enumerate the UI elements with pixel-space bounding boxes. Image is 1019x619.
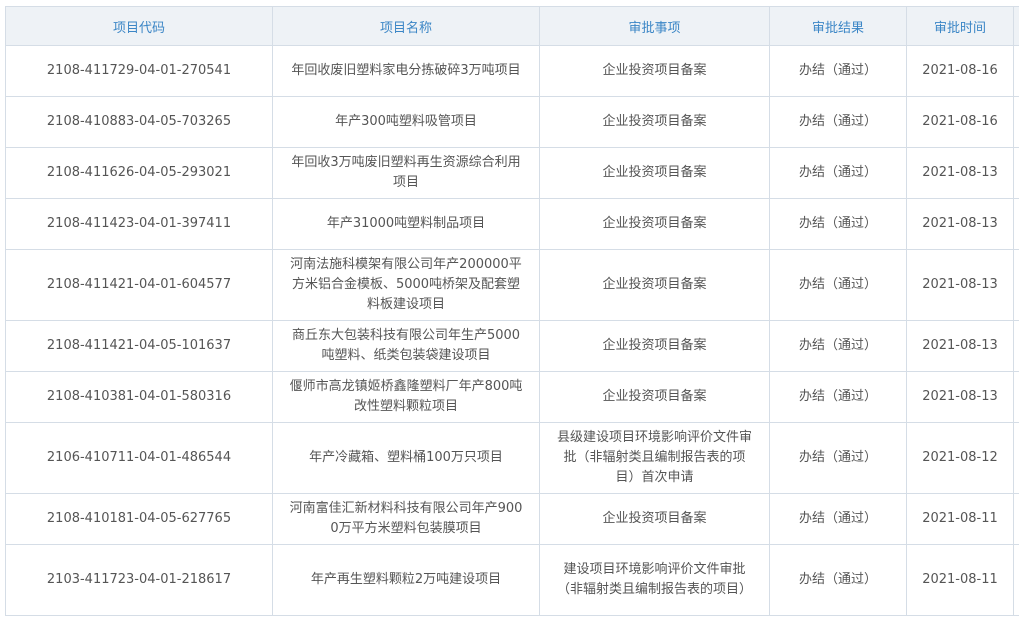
cell-project-code: 2108-410381-04-01-580316 xyxy=(5,371,273,423)
cell-project-name[interactable]: 年产31000吨塑料制品项目 xyxy=(272,198,540,250)
table-row: 2108-411729-04-01-270541 年回收废旧塑料家电分拣破碎3万… xyxy=(5,45,1019,97)
cell-overflow-stub xyxy=(1013,249,1019,321)
cell-project-code: 2108-411729-04-01-270541 xyxy=(5,45,273,97)
cell-project-name[interactable]: 年产冷藏箱、塑料桶100万只项目 xyxy=(272,422,540,494)
cell-approval-item: 企业投资项目备案 xyxy=(539,371,770,423)
cell-approval-result: 办结（通过） xyxy=(769,320,907,372)
header-approval-result: 审批结果 xyxy=(769,6,907,46)
cell-overflow-stub xyxy=(1013,147,1019,199)
header-approval-date: 审批时间 xyxy=(906,6,1014,46)
cell-approval-result: 办结（通过） xyxy=(769,544,907,616)
cell-project-code: 2108-411423-04-01-397411 xyxy=(5,198,273,250)
table-row: 2108-411421-04-05-101637 商丘东大包装科技有限公司年生产… xyxy=(5,320,1019,372)
table-row: 2108-410883-04-05-703265 年产300吨塑料吸管项目 企业… xyxy=(5,96,1019,148)
cell-approval-result: 办结（通过） xyxy=(769,371,907,423)
approval-table-container: 项目代码 项目名称 审批事项 审批结果 审批时间 2108-411729-04-… xyxy=(0,0,1019,619)
header-project-name: 项目名称 xyxy=(272,6,540,46)
cell-project-name[interactable]: 年产300吨塑料吸管项目 xyxy=(272,96,540,148)
cell-overflow-stub xyxy=(1013,422,1019,494)
cell-approval-date: 2021-08-16 xyxy=(906,45,1014,97)
cell-approval-date: 2021-08-11 xyxy=(906,544,1014,616)
cell-approval-item: 企业投资项目备案 xyxy=(539,96,770,148)
cell-project-name[interactable]: 商丘东大包装科技有限公司年生产5000吨塑料、纸类包装袋建设项目 xyxy=(272,320,540,372)
cell-approval-result: 办结（通过） xyxy=(769,147,907,199)
cell-approval-date: 2021-08-16 xyxy=(906,96,1014,148)
table-row: 2106-410711-04-01-486544 年产冷藏箱、塑料桶100万只项… xyxy=(5,422,1019,494)
table-row: 2108-410381-04-01-580316 偃师市高龙镇姬桥鑫隆塑料厂年产… xyxy=(5,371,1019,423)
cell-approval-item: 企业投资项目备案 xyxy=(539,320,770,372)
cell-overflow-stub xyxy=(1013,198,1019,250)
cell-project-name[interactable]: 河南富佳汇新材料科技有限公司年产9000万平方米塑料包装膜项目 xyxy=(272,493,540,545)
header-overflow-stub xyxy=(1013,6,1019,46)
cell-approval-date: 2021-08-13 xyxy=(906,371,1014,423)
cell-overflow-stub xyxy=(1013,371,1019,423)
cell-approval-result: 办结（通过） xyxy=(769,45,907,97)
cell-approval-date: 2021-08-13 xyxy=(906,249,1014,321)
table-row: 2108-411626-04-05-293021 年回收3万吨废旧塑料再生资源综… xyxy=(5,147,1019,199)
cell-approval-item: 企业投资项目备案 xyxy=(539,493,770,545)
cell-project-name[interactable]: 年回收废旧塑料家电分拣破碎3万吨项目 xyxy=(272,45,540,97)
cell-project-code: 2108-411421-04-05-101637 xyxy=(5,320,273,372)
table-row: 2108-411421-04-01-604577 河南法施科模架有限公司年产20… xyxy=(5,249,1019,321)
cell-approval-result: 办结（通过） xyxy=(769,96,907,148)
cell-approval-date: 2021-08-13 xyxy=(906,147,1014,199)
cell-approval-result: 办结（通过） xyxy=(769,422,907,494)
cell-approval-item: 企业投资项目备案 xyxy=(539,198,770,250)
cell-overflow-stub xyxy=(1013,544,1019,616)
table-row: 2108-410181-04-05-627765 河南富佳汇新材料科技有限公司年… xyxy=(5,493,1019,545)
cell-overflow-stub xyxy=(1013,96,1019,148)
cell-project-code: 2106-410711-04-01-486544 xyxy=(5,422,273,494)
cell-project-code: 2108-410181-04-05-627765 xyxy=(5,493,273,545)
cell-approval-result: 办结（通过） xyxy=(769,493,907,545)
cell-overflow-stub xyxy=(1013,493,1019,545)
cell-project-code: 2108-411421-04-01-604577 xyxy=(5,249,273,321)
cell-approval-item: 企业投资项目备案 xyxy=(539,147,770,199)
cell-project-name[interactable]: 河南法施科模架有限公司年产200000平方米铝合金模板、5000吨桥架及配套塑料… xyxy=(272,249,540,321)
header-project-code: 项目代码 xyxy=(5,6,273,46)
table-row: 2103-411723-04-01-218617 年产再生塑料颗粒2万吨建设项目… xyxy=(5,544,1019,616)
cell-approval-date: 2021-08-13 xyxy=(906,198,1014,250)
cell-approval-date: 2021-08-11 xyxy=(906,493,1014,545)
table-row: 2108-411423-04-01-397411 年产31000吨塑料制品项目 … xyxy=(5,198,1019,250)
cell-approval-date: 2021-08-12 xyxy=(906,422,1014,494)
cell-overflow-stub xyxy=(1013,320,1019,372)
cell-project-code: 2103-411723-04-01-218617 xyxy=(5,544,273,616)
cell-overflow-stub xyxy=(1013,45,1019,97)
cell-project-name[interactable]: 偃师市高龙镇姬桥鑫隆塑料厂年产800吨改性塑料颗粒项目 xyxy=(272,371,540,423)
approval-table: 项目代码 项目名称 审批事项 审批结果 审批时间 2108-411729-04-… xyxy=(5,6,1019,616)
cell-project-name[interactable]: 年回收3万吨废旧塑料再生资源综合利用项目 xyxy=(272,147,540,199)
cell-approval-result: 办结（通过） xyxy=(769,249,907,321)
cell-project-code: 2108-410883-04-05-703265 xyxy=(5,96,273,148)
header-approval-item: 审批事项 xyxy=(539,6,770,46)
cell-approval-item: 企业投资项目备案 xyxy=(539,45,770,97)
cell-project-name[interactable]: 年产再生塑料颗粒2万吨建设项目 xyxy=(272,544,540,616)
cell-approval-item: 县级建设项目环境影响评价文件审批（非辐射类且编制报告表的项目）首次申请 xyxy=(539,422,770,494)
cell-approval-item: 企业投资项目备案 xyxy=(539,249,770,321)
cell-approval-result: 办结（通过） xyxy=(769,198,907,250)
table-header-row: 项目代码 项目名称 审批事项 审批结果 审批时间 xyxy=(5,6,1019,46)
cell-approval-date: 2021-08-13 xyxy=(906,320,1014,372)
cell-approval-item: 建设项目环境影响评价文件审批（非辐射类且编制报告表的项目） xyxy=(539,544,770,616)
cell-project-code: 2108-411626-04-05-293021 xyxy=(5,147,273,199)
